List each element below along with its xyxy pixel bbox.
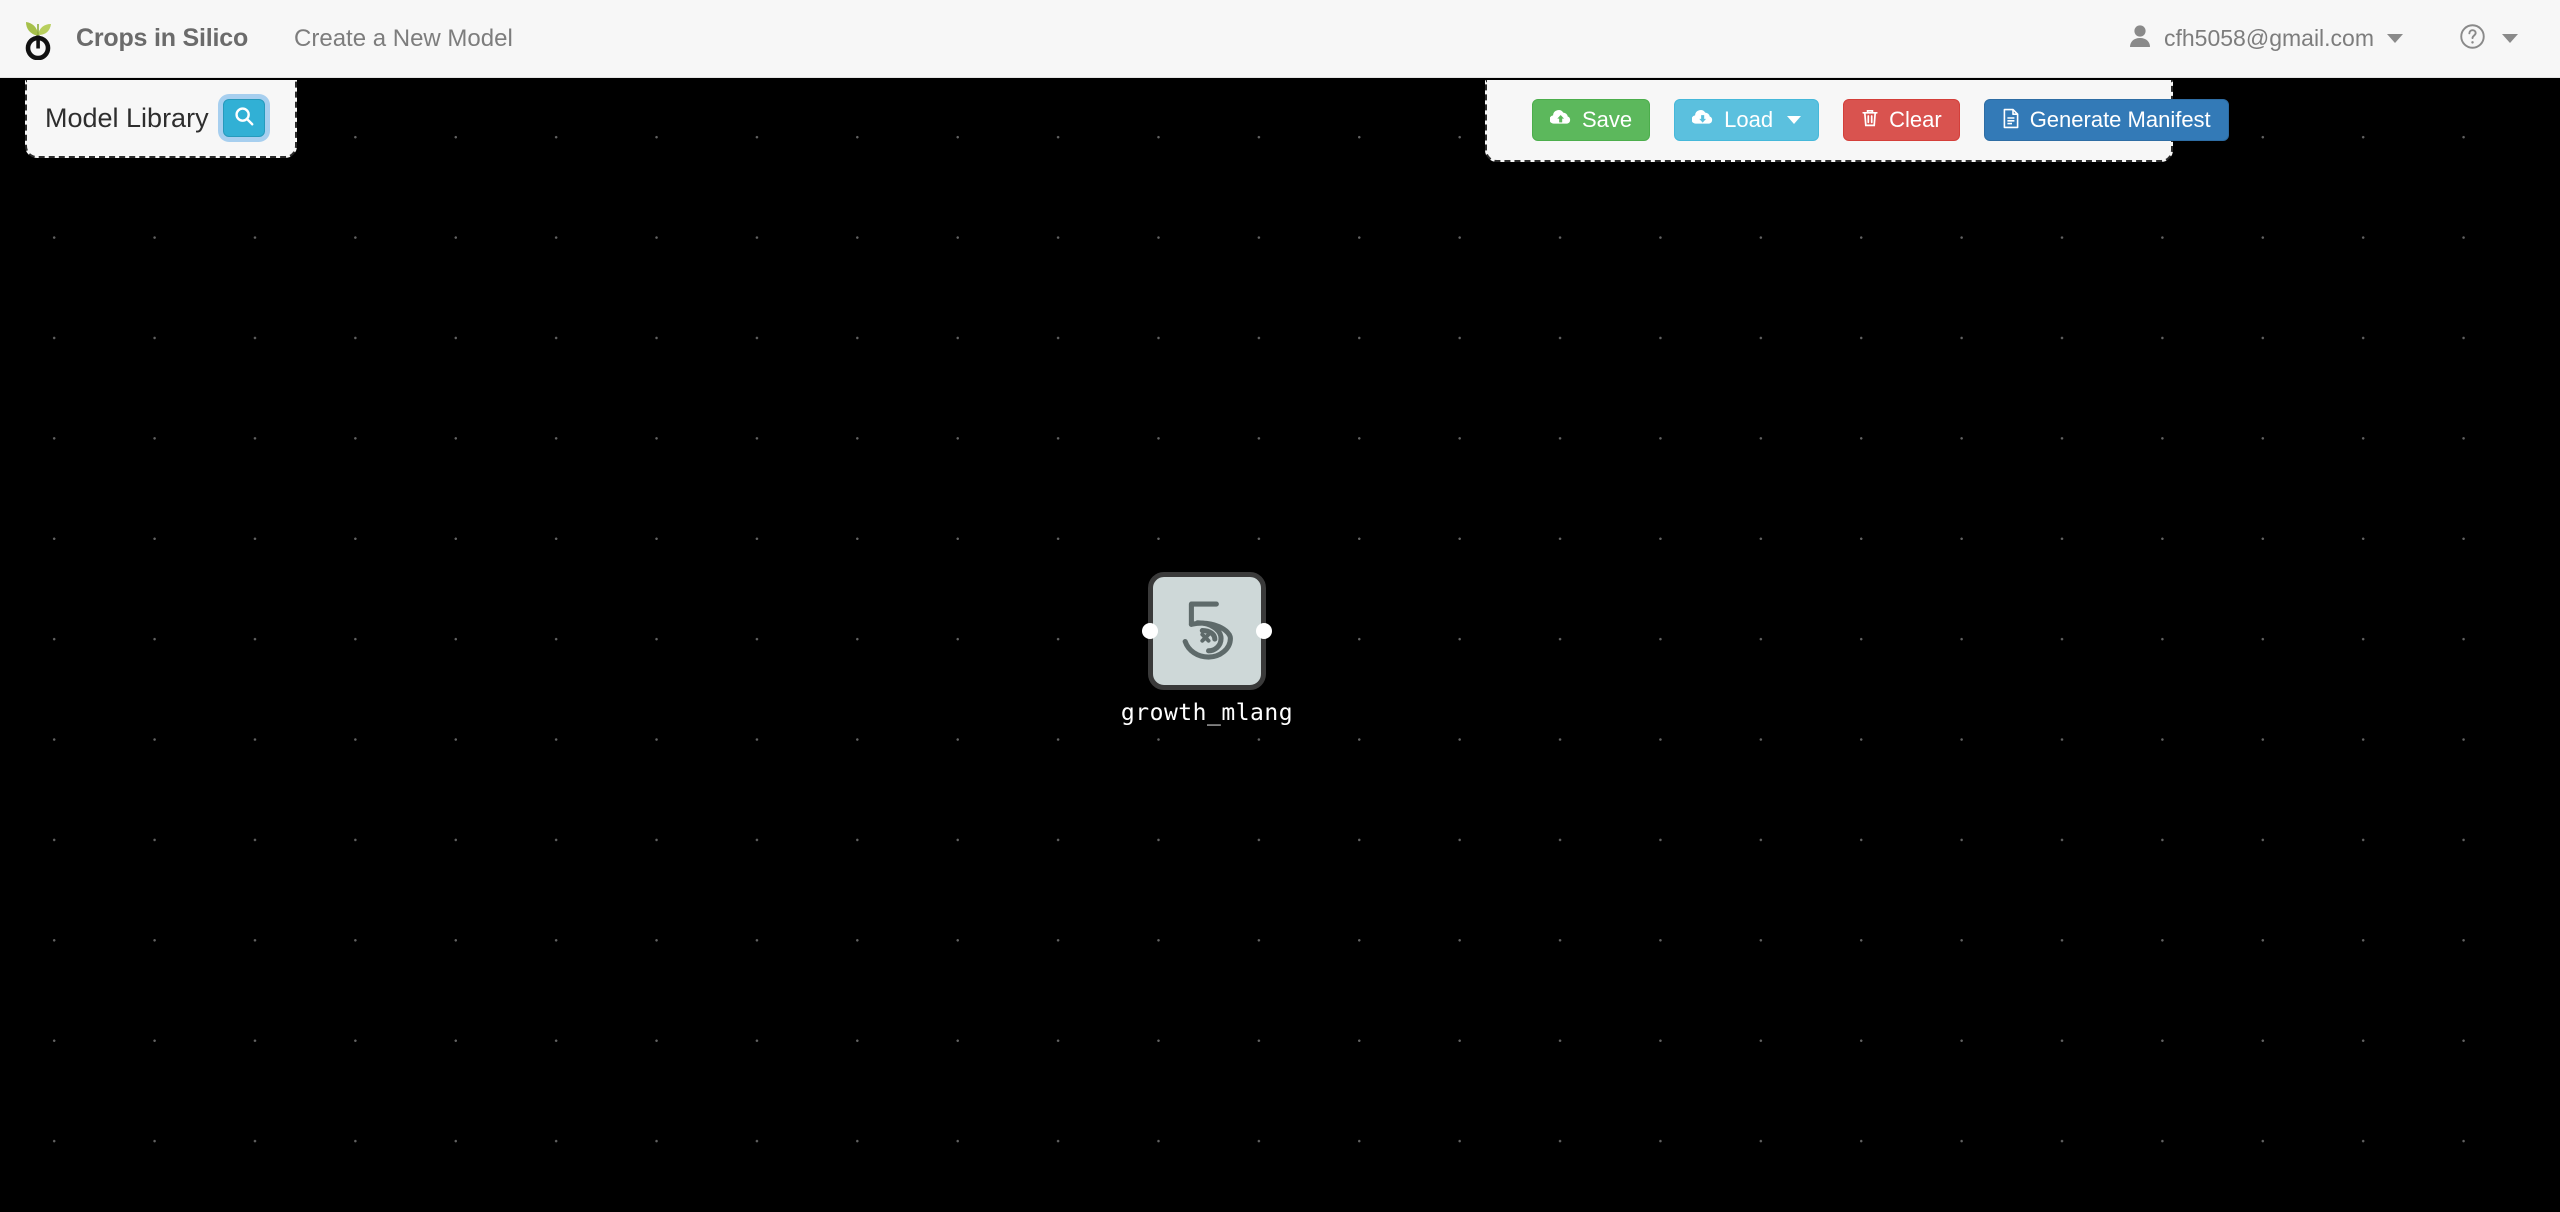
generate-manifest-button[interactable]: Generate Manifest [1983,99,2229,141]
model-library-panel: Model Library [25,80,297,158]
chevron-down-icon [2387,34,2403,43]
user-menu[interactable]: cfh5058@gmail.com [2129,24,2403,53]
clear-button[interactable]: Clear [1843,99,1960,141]
model-library-search-button[interactable] [222,99,265,137]
chevron-down-icon [1787,116,1802,124]
save-button-label: Save [1582,107,1633,132]
search-icon [233,105,255,132]
document-icon [2002,108,2020,133]
question-circle-icon [2459,23,2486,55]
load-button-label: Load [1724,107,1774,132]
app-header: Crops in Silico Create a New Model cfh50… [0,0,2560,78]
model-toolbar-panel: Save Load Clear Generate Manifest [1485,80,2229,162]
node-body[interactable] [1142,572,1272,690]
clear-button-label: Clear [1889,107,1942,132]
input-port[interactable] [1142,623,1158,639]
graph-node-growth-mlang[interactable]: growth_mlang [1121,572,1293,726]
generate-manifest-button-label: Generate Manifest [2029,107,2211,132]
nav-create-new-model[interactable]: Create a New Model [294,25,513,53]
sprout-power-logo-icon[interactable] [18,15,58,63]
mlang-five-spiral-icon [1168,590,1246,673]
load-button[interactable]: Load [1674,99,1820,141]
trash-icon [1861,108,1879,132]
cloud-upload-icon [1549,109,1572,131]
brand-name: Crops in Silico [76,24,249,52]
help-menu[interactable] [2459,23,2518,55]
node-label: growth_mlang [1120,700,1294,726]
cloud-download-icon [1691,109,1714,131]
output-port[interactable] [1256,623,1272,639]
user-icon [2129,24,2151,53]
save-button[interactable]: Save [1532,99,1651,141]
chevron-down-icon [2502,34,2518,43]
model-library-title: Model Library [45,102,209,133]
model-canvas[interactable]: growth_mlang [0,0,2560,1212]
user-email-label: cfh5058@gmail.com [2164,25,2374,51]
header-right-group: cfh5058@gmail.com [2129,23,2560,55]
